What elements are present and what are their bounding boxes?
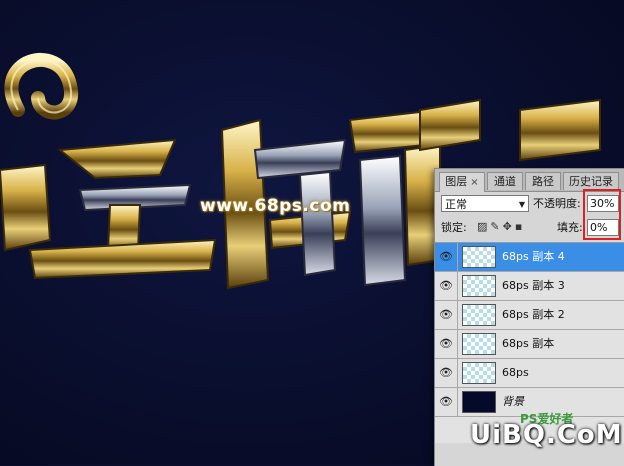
eye-icon[interactable]: 👁 [435, 330, 458, 358]
lock-label: 锁定: [441, 221, 467, 234]
watermark-url-text: www.68ps.com [200, 196, 351, 216]
eye-icon[interactable]: 👁 [435, 388, 458, 416]
layer-thumbnail [462, 333, 496, 355]
layer-thumbnail [462, 246, 496, 268]
layer-name: 68ps 副本 3 [502, 279, 565, 292]
eye-icon[interactable]: 👁 [435, 359, 458, 387]
close-icon[interactable]: × [470, 177, 478, 188]
tab-layers[interactable]: 图层 × [439, 172, 485, 192]
layer-thumbnail [462, 304, 496, 326]
layer-row[interactable]: 👁 68ps 副本 [435, 330, 624, 359]
layer-name: 68ps 副本 4 [502, 250, 565, 263]
layer-row[interactable]: 👁 68ps 副本 4 [435, 243, 624, 272]
tab-channels[interactable]: 通道 [487, 172, 523, 190]
highlight-annotation [583, 189, 621, 240]
eye-icon[interactable]: 👁 [435, 272, 458, 300]
layer-name: 68ps 副本 2 [502, 308, 565, 321]
tab-layers-label: 图层 [445, 175, 468, 188]
blend-mode-select[interactable]: 正常 ▼ [441, 195, 529, 212]
tab-history[interactable]: 历史记录 [563, 172, 619, 190]
blend-mode-value: 正常 [445, 198, 467, 211]
layer-thumbnail [462, 362, 496, 384]
layer-thumbnail [462, 391, 496, 413]
eye-icon[interactable]: 👁 [435, 301, 458, 329]
lock-transparent-icon[interactable]: ▨ [477, 220, 490, 233]
opacity-label: 不透明度: [533, 197, 581, 210]
layer-name: 68ps 副本 [502, 337, 555, 350]
chevron-down-icon: ▼ [518, 200, 525, 209]
layer-row[interactable]: 👁 68ps [435, 359, 624, 388]
eye-icon[interactable]: 👁 [435, 243, 458, 271]
tab-paths[interactable]: 路径 [525, 172, 561, 190]
brush-icon[interactable]: ✎ [490, 220, 502, 233]
layer-row[interactable]: 👁 68ps 副本 2 [435, 301, 624, 330]
layer-row[interactable]: 👁 68ps 副本 3 [435, 272, 624, 301]
watermark-site-big: UiBQ.CoM [470, 420, 623, 450]
layer-name: 68ps [502, 366, 529, 379]
move-icon[interactable]: ✥ [503, 220, 515, 233]
layer-thumbnail [462, 275, 496, 297]
glyph-1 [0, 138, 217, 280]
fill-label: 填充: [557, 221, 583, 234]
lock-icons: ▨✎✥▪ [477, 220, 525, 233]
lock-icon[interactable]: ▪ [515, 220, 525, 233]
